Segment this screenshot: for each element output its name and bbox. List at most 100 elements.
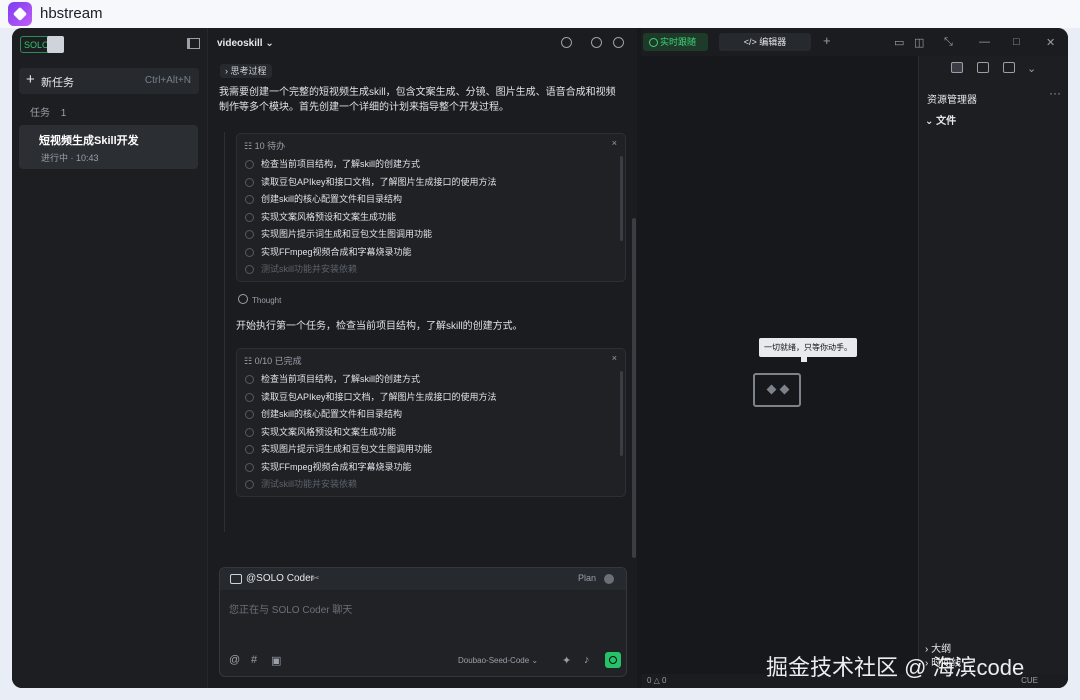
send-button[interactable] xyxy=(605,652,621,668)
editor-panel: 实时跟随 </> 编辑器 + ▭ ◫ ⤡ — □ ✕ 一切就绪，只等你动手。 xyxy=(641,28,1068,688)
account-icon[interactable] xyxy=(613,37,624,48)
chat-input[interactable]: 您正在与 SOLO Coder 聊天 xyxy=(229,601,352,616)
tab-editor-label: 编辑器 xyxy=(759,37,787,47)
todo-item: 实现文案风格预设和文案生成功能 xyxy=(244,425,497,443)
project-name: videoskill xyxy=(217,38,263,49)
project-selector[interactable]: videoskill ⌄ xyxy=(217,38,274,49)
thinking-label: 思考过程 xyxy=(230,66,267,76)
status-circle-icon xyxy=(245,462,254,472)
new-task-label: 新任务 xyxy=(41,77,74,89)
todo-card-progress: ☷ 0/10 已完成 × 检查当前项目结构，了解skill的创建方式 读取豆包AP… xyxy=(236,348,626,497)
image-icon[interactable]: ▣ xyxy=(271,654,281,667)
robot-eye xyxy=(779,384,790,395)
status-circle-icon xyxy=(245,375,254,384)
collapse-sidebar-icon[interactable] xyxy=(187,38,200,49)
agent-name[interactable]: @SOLO Coder xyxy=(246,573,314,584)
more-icon[interactable]: ··· xyxy=(1049,86,1061,100)
info-icon xyxy=(238,294,248,304)
new-chat-icon[interactable] xyxy=(561,37,572,48)
hash-icon[interactable]: # xyxy=(251,654,257,666)
todo-header-text: 10 待办 xyxy=(254,141,286,151)
status-circle-icon xyxy=(245,427,254,437)
tasks-header-label: 任务 xyxy=(30,108,50,119)
sparkle-icon[interactable]: ✦ xyxy=(562,654,571,667)
todo-list: 检查当前项目结构，了解skill的创建方式 读取豆包APIkey和接口文档，了解图… xyxy=(244,157,497,280)
todo-item-text: 实现图片提示词生成和豆包文生图调用功能 xyxy=(261,229,433,239)
collapse-icon[interactable]: ⤡ xyxy=(944,36,953,49)
status-circle-icon xyxy=(245,195,254,204)
todo-item-text: 实现FFmpeg视频合成和字幕烧录功能 xyxy=(261,461,412,472)
add-tab-icon[interactable]: + xyxy=(823,33,831,48)
status-circle-icon xyxy=(245,445,254,454)
chat-composer: @SOLO Coder ✂ Plan 您正在与 SOLO Coder 聊天 @ … xyxy=(219,567,627,677)
tab-live-follow[interactable]: 实时跟随 xyxy=(643,33,708,51)
chat-panel: videoskill ⌄ › 思考过程 我需要创建一个完整的短视频生成skill… xyxy=(208,28,637,688)
chat-scrollbar[interactable] xyxy=(632,218,636,558)
title-bar: hbstream xyxy=(0,0,1080,28)
minimize-icon[interactable]: — xyxy=(979,36,990,48)
search-icon[interactable] xyxy=(977,62,989,73)
explorer-toolbar: ⌄ xyxy=(919,56,1068,82)
problems-count[interactable]: 0 △ 0 xyxy=(647,676,667,685)
agent-icon xyxy=(230,574,242,584)
new-task-button[interactable]: + 新任务 Ctrl+Alt+N xyxy=(19,68,199,94)
solo-logo: SOLO xyxy=(20,36,64,53)
model-selector[interactable]: Doubao-Seed-Code ⌄ xyxy=(458,656,538,665)
task-item[interactable]: 短视频生成Skill开发 进行中 · 10:43 xyxy=(19,125,198,169)
new-task-shortcut: Ctrl+Alt+N xyxy=(144,75,191,86)
assistant-message: 我需要创建一个完整的短视频生成skill，包含文案生成、分镜、图片生成、语音合成… xyxy=(219,87,616,113)
thinking-toggle[interactable]: › 思考过程 xyxy=(220,64,272,78)
chevron-down-icon[interactable]: ⌄ xyxy=(1027,62,1039,75)
plus-icon: + xyxy=(26,71,35,88)
todo-item-text: 检查当前项目结构，了解skill的创建方式 xyxy=(261,374,420,384)
plan-label: Plan xyxy=(577,573,596,583)
status-circle-icon xyxy=(245,230,254,239)
files-section[interactable]: ⌄ 文件 xyxy=(925,112,956,127)
thought-message: 开始执行第一个任务，检查当前项目结构，了解skill的创建方式。 xyxy=(236,321,523,332)
close-icon[interactable]: ✕ xyxy=(1046,36,1055,49)
editor-empty-state: 一切就绪，只等你动手。 xyxy=(641,56,916,676)
task-title: 短视频生成Skill开发 xyxy=(39,135,139,147)
todo-item: 创建skill的核心配置文件和目录结构 xyxy=(244,192,497,210)
todo-item: 读取豆包APIkey和接口文档，了解图片生成接口的使用方法 xyxy=(244,390,497,408)
settings-gear-icon[interactable] xyxy=(591,37,602,48)
todo-item: 检查当前项目结构，了解skill的创建方式 xyxy=(244,372,497,390)
tools-icon[interactable]: ✂ xyxy=(312,573,320,584)
collapse-icon[interactable]: × xyxy=(612,353,617,363)
todo-item: 实现图片提示词生成和豆包文生图调用功能 xyxy=(244,442,497,460)
split-icon[interactable]: ◫ xyxy=(914,36,924,49)
todo-item-text: 创建skill的核心配置文件和目录结构 xyxy=(261,409,402,419)
app-logo-icon xyxy=(8,2,32,26)
status-circle-icon xyxy=(245,177,254,187)
status-circle-icon xyxy=(245,410,254,419)
left-sidebar: SOLO + 新任务 Ctrl+Alt+N 任务 1 短视频生成Skill开发 … xyxy=(12,28,208,688)
todo-item: 实现FFmpeg视频合成和字幕烧录功能 xyxy=(244,460,497,478)
explorer-panel: ⌄ 资源管理器 ··· ⌄ 文件 › 大纲 › 时间线 xyxy=(918,56,1068,688)
todo-header-text: 0/10 已完成 xyxy=(254,356,302,366)
tab-editor[interactable]: </> 编辑器 xyxy=(719,33,811,51)
todo-item-text: 实现文案风格预设和文案生成功能 xyxy=(261,211,397,222)
todo-item: 实现FFmpeg视频合成和字幕烧录功能 xyxy=(244,245,497,263)
todo-item: 检查当前项目结构，了解skill的创建方式 xyxy=(244,157,497,175)
todo-item-text: 实现FFmpeg视频合成和字幕烧录功能 xyxy=(261,246,412,257)
tasks-count-badge: 1 xyxy=(60,108,67,119)
app-title: hbstream xyxy=(40,5,103,22)
todo-item-text: 测试skill功能并安装依赖 xyxy=(261,479,357,489)
robot-eye xyxy=(766,384,777,395)
status-circle-icon xyxy=(245,392,254,402)
scrollbar[interactable] xyxy=(620,156,623,241)
maximize-icon[interactable]: □ xyxy=(1013,36,1020,48)
microphone-icon[interactable]: ♪ xyxy=(584,654,590,666)
todo-item-text: 读取豆包APIkey和接口文档，了解图片生成接口的使用方法 xyxy=(261,391,497,402)
files-icon[interactable] xyxy=(951,62,963,73)
todo-item-text: 实现文案风格预设和文案生成功能 xyxy=(261,426,397,437)
git-branch-icon[interactable] xyxy=(1003,62,1015,73)
collapse-icon[interactable]: × xyxy=(612,138,617,148)
plan-toggle[interactable] xyxy=(604,574,614,584)
scrollbar[interactable] xyxy=(620,371,623,456)
mention-icon[interactable]: @ xyxy=(229,654,240,666)
composer-toolbar: @ # ▣ Doubao-Seed-Code ⌄ ✦ ♪ xyxy=(220,652,626,672)
layout-icon[interactable]: ▭ xyxy=(894,36,904,49)
status-circle-icon xyxy=(245,480,254,489)
tasks-header: 任务 1 xyxy=(30,104,66,119)
